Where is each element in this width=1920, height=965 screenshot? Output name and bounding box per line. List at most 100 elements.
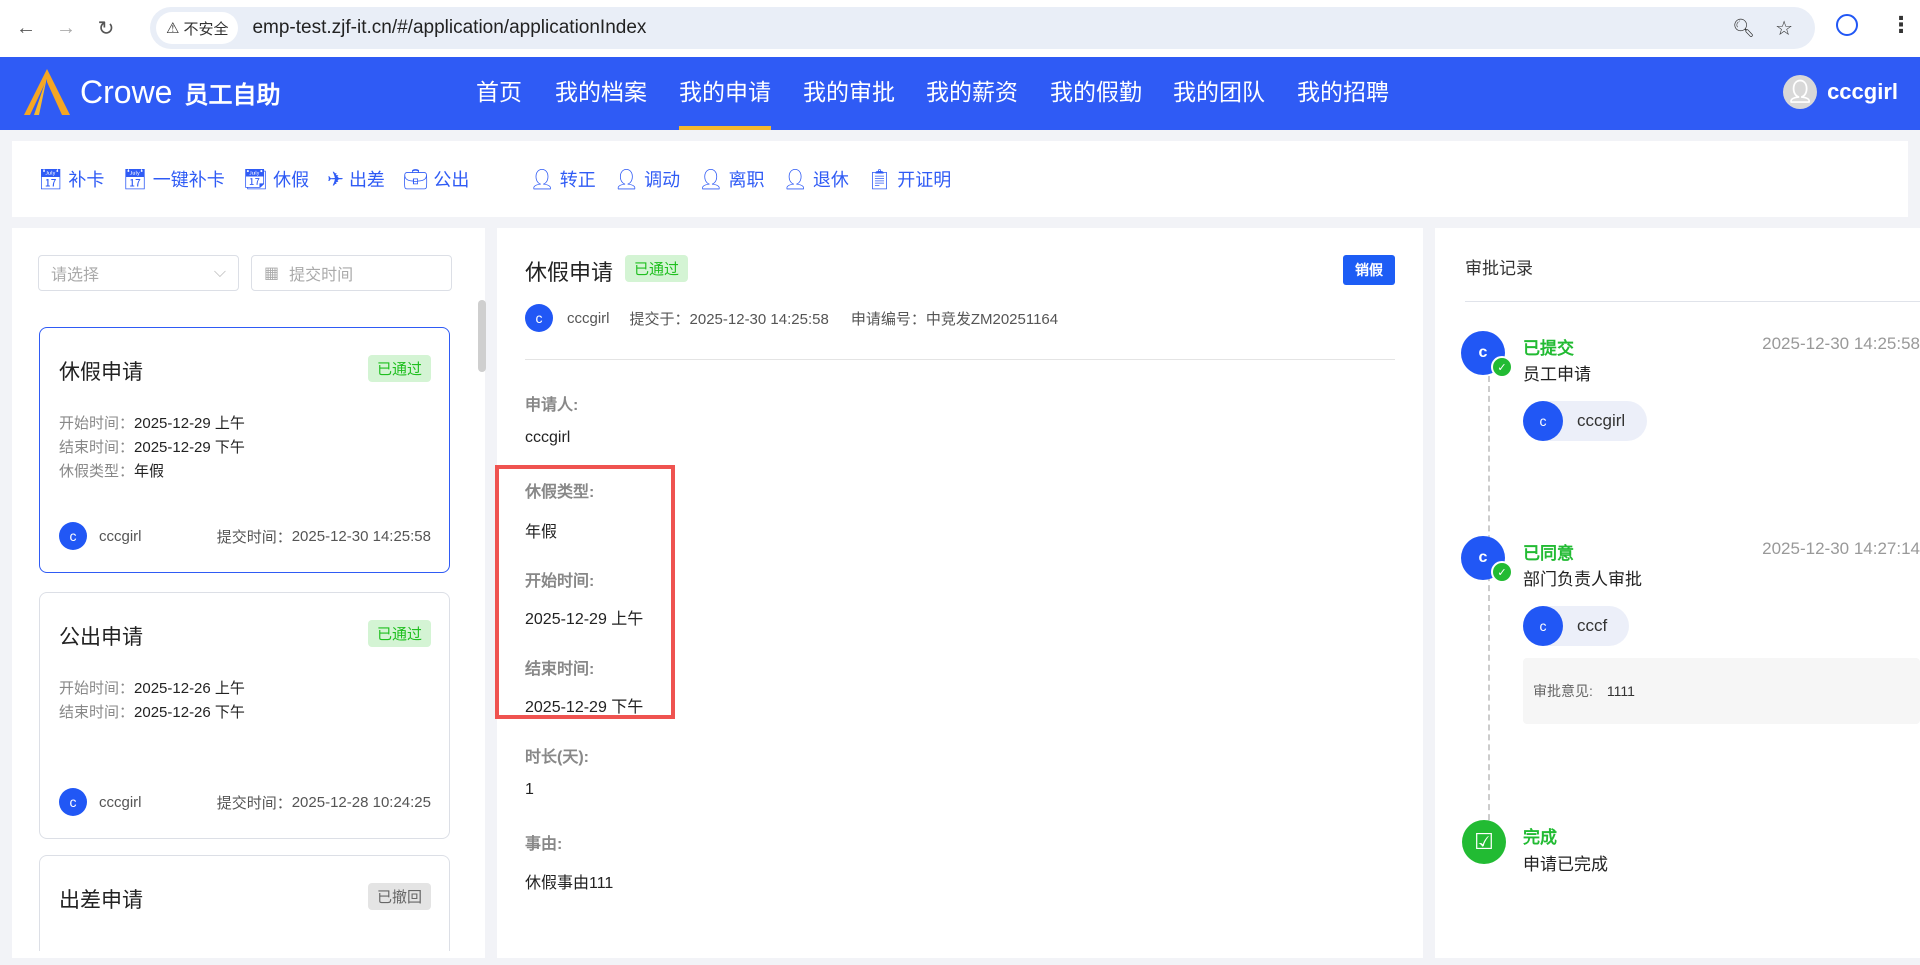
tool-label: 转正 bbox=[559, 170, 596, 190]
check-circle-icon: ✓ bbox=[1491, 561, 1513, 583]
tool-official-out[interactable]: 💼︎ 公出 bbox=[403, 166, 469, 192]
menu-icon[interactable]: ⋮ bbox=[1890, 12, 1912, 38]
timeline-line bbox=[1488, 376, 1490, 840]
tool-label: 休假 bbox=[273, 170, 310, 190]
date-placeholder: 提交时间 bbox=[289, 267, 354, 284]
back-icon[interactable]: ← bbox=[6, 17, 46, 40]
detail-meta: c cccgirl 提交于：2025-12-30 14:25:58 申请编号：中… bbox=[525, 304, 1058, 332]
detail-title: 休假申请 bbox=[525, 260, 614, 285]
tool-label: 退休 bbox=[812, 170, 849, 190]
row-value: 2025-12-26 上午 bbox=[134, 680, 245, 697]
application-card[interactable]: 出差申请 已撤回 bbox=[39, 855, 450, 951]
row-label: 结束时间： bbox=[59, 704, 135, 721]
chevron-down-icon: ⌵ bbox=[213, 264, 226, 281]
card-user: cccgirl bbox=[99, 527, 142, 545]
step-desc: 申请已完成 bbox=[1523, 855, 1608, 874]
nav-team[interactable]: 我的团队 bbox=[1173, 57, 1265, 130]
star-icon[interactable]: ☆ bbox=[1775, 16, 1793, 41]
forward-icon[interactable]: → bbox=[46, 17, 86, 40]
tool-label: 一键补卡 bbox=[152, 170, 225, 190]
warning-icon: ⚠ bbox=[166, 20, 180, 37]
field-value: 1 bbox=[525, 781, 534, 798]
submit-time: 2025-12-28 10:24:25 bbox=[291, 793, 431, 811]
browser-bar: ← → ↻ ⚠ 不安全 emp-test.zjf-it.cn/#/applicat… bbox=[0, 0, 1920, 57]
application-card[interactable]: 休假申请 已通过 开始时间：2025-12-29 上午 结束时间：2025-12… bbox=[39, 327, 450, 573]
approver-name: cccf bbox=[1577, 616, 1608, 635]
type-select[interactable]: 请选择 ⌵ bbox=[38, 255, 239, 291]
step-desc: 员工申请 bbox=[1523, 365, 1591, 384]
profile-icon[interactable] bbox=[1836, 14, 1858, 36]
action-toolbar: 📅︎ 补卡 📅︎ 一键补卡 📆︎ 休假 ✈︎ 出差 💼︎ 公出 👤︎ 转正 👤︎ 调动 👤︎ 离… bbox=[12, 141, 1908, 217]
status-badge: 已撤回 bbox=[367, 883, 431, 910]
tool-resign[interactable]: 👤︎ 离职 bbox=[698, 166, 764, 192]
tool-label: 离职 bbox=[728, 170, 765, 190]
cancel-leave-button[interactable]: 销假 bbox=[1343, 255, 1395, 285]
approver-chip: c cccgirl bbox=[1523, 401, 1648, 441]
user-menu[interactable]: 👤︎ cccgirl bbox=[1783, 75, 1898, 109]
zoom-icon[interactable]: 🔍︎ bbox=[1732, 18, 1755, 39]
tool-label: 公出 bbox=[433, 170, 470, 190]
tool-certificate[interactable]: 📋︎ 开证明 bbox=[867, 166, 951, 192]
nav-recruit[interactable]: 我的招聘 bbox=[1297, 57, 1389, 130]
nav-applications[interactable]: 我的申请 bbox=[679, 57, 771, 130]
submitted-time: 提交于：2025-12-30 14:25:58 bbox=[629, 310, 829, 328]
nav-profile[interactable]: 我的档案 bbox=[555, 57, 647, 130]
application-card[interactable]: 公出申请 已通过 开始时间：2025-12-26 上午 结束时间：2025-12… bbox=[39, 592, 450, 839]
step-status: 已提交 bbox=[1523, 339, 1574, 358]
tool-transfer[interactable]: 👤︎ 调动 bbox=[614, 166, 680, 192]
avatar: c bbox=[1523, 401, 1563, 441]
avatar: c bbox=[59, 522, 87, 550]
brand-name: Crowe bbox=[80, 73, 173, 110]
nav-approvals[interactable]: 我的审批 bbox=[803, 57, 895, 130]
avatar: c bbox=[1523, 606, 1563, 646]
complete-check-icon: ☑ bbox=[1462, 820, 1506, 864]
user-avatar-icon: 👤︎ bbox=[1783, 75, 1818, 109]
calendar-leave-icon: 📆︎ bbox=[242, 168, 269, 191]
row-label: 开始时间： bbox=[59, 415, 135, 432]
nav-home[interactable]: 首页 bbox=[476, 57, 522, 130]
tool-regularization[interactable]: 👤︎ 转正 bbox=[529, 166, 595, 192]
step-status: 已同意 bbox=[1523, 544, 1574, 563]
step-desc: 部门负责人审批 bbox=[1523, 570, 1642, 589]
submit-date-picker[interactable]: ▦ 提交时间 bbox=[251, 255, 452, 291]
logo[interactable]: Crowe 员工自助 bbox=[22, 67, 280, 117]
row-label: 休假类型： bbox=[59, 463, 135, 480]
approval-opinion: 审批意见: 1111 bbox=[1523, 658, 1920, 724]
opinion-label: 审批意见: bbox=[1533, 683, 1593, 699]
tool-retire[interactable]: 👤︎ 退休 bbox=[783, 166, 849, 192]
field-label: 时长(天): bbox=[525, 749, 589, 766]
clipboard-icon: 📋︎ bbox=[866, 168, 893, 191]
briefcase-icon: 💼︎ bbox=[402, 168, 429, 191]
field-label: 事由: bbox=[525, 836, 563, 853]
tool-clock-in[interactable]: 📅︎ 补卡 bbox=[38, 166, 104, 192]
approver-name: cccgirl bbox=[1577, 411, 1626, 430]
tool-leave[interactable]: 📆︎ 休假 bbox=[243, 166, 309, 192]
application-number: 申请编号：中竞发ZM20251164 bbox=[850, 310, 1059, 328]
user-remove-icon: 👤︎ bbox=[698, 168, 724, 191]
row-value: 2025-12-29 上午 bbox=[134, 415, 245, 432]
divider bbox=[525, 359, 1395, 360]
step-time: 2025-12-30 14:25:58 bbox=[1762, 334, 1920, 353]
security-chip[interactable]: ⚠ 不安全 bbox=[156, 12, 239, 44]
application-detail-panel: 休假申请 已通过 销假 c cccgirl 提交于：2025-12-30 14:… bbox=[495, 228, 1423, 958]
submit-label: 提交时间： bbox=[216, 528, 292, 546]
nav-attendance[interactable]: 我的假勤 bbox=[1050, 57, 1142, 130]
nav-salary[interactable]: 我的薪资 bbox=[926, 57, 1018, 130]
address-bar[interactable]: ⚠ 不安全 emp-test.zjf-it.cn/#/application/ap… bbox=[150, 7, 1815, 49]
user-retire-icon: 👤︎ bbox=[782, 168, 808, 191]
tool-label: 出差 bbox=[348, 170, 385, 190]
check-circle-icon: ✓ bbox=[1491, 356, 1513, 378]
url-text[interactable]: emp-test.zjf-it.cn/#/application/applica… bbox=[252, 17, 646, 39]
tool-business-trip[interactable]: ✈︎ 出差 bbox=[327, 166, 385, 192]
card-title: 休假申请 bbox=[59, 361, 143, 384]
app-name: 员工自助 bbox=[184, 81, 281, 109]
reload-icon[interactable]: ↻ bbox=[86, 16, 126, 41]
divider bbox=[1465, 301, 1920, 302]
tool-batch-clock-in[interactable]: 📅︎ 一键补卡 bbox=[122, 166, 224, 192]
select-placeholder: 请选择 bbox=[51, 267, 100, 284]
list-scrollbar[interactable] bbox=[478, 300, 486, 372]
card-title: 出差申请 bbox=[59, 889, 143, 912]
submit-label: 提交时间： bbox=[216, 794, 292, 812]
calendar-check-icon: 📅︎ bbox=[38, 168, 64, 191]
row-value: 2025-12-26 下午 bbox=[134, 704, 245, 721]
